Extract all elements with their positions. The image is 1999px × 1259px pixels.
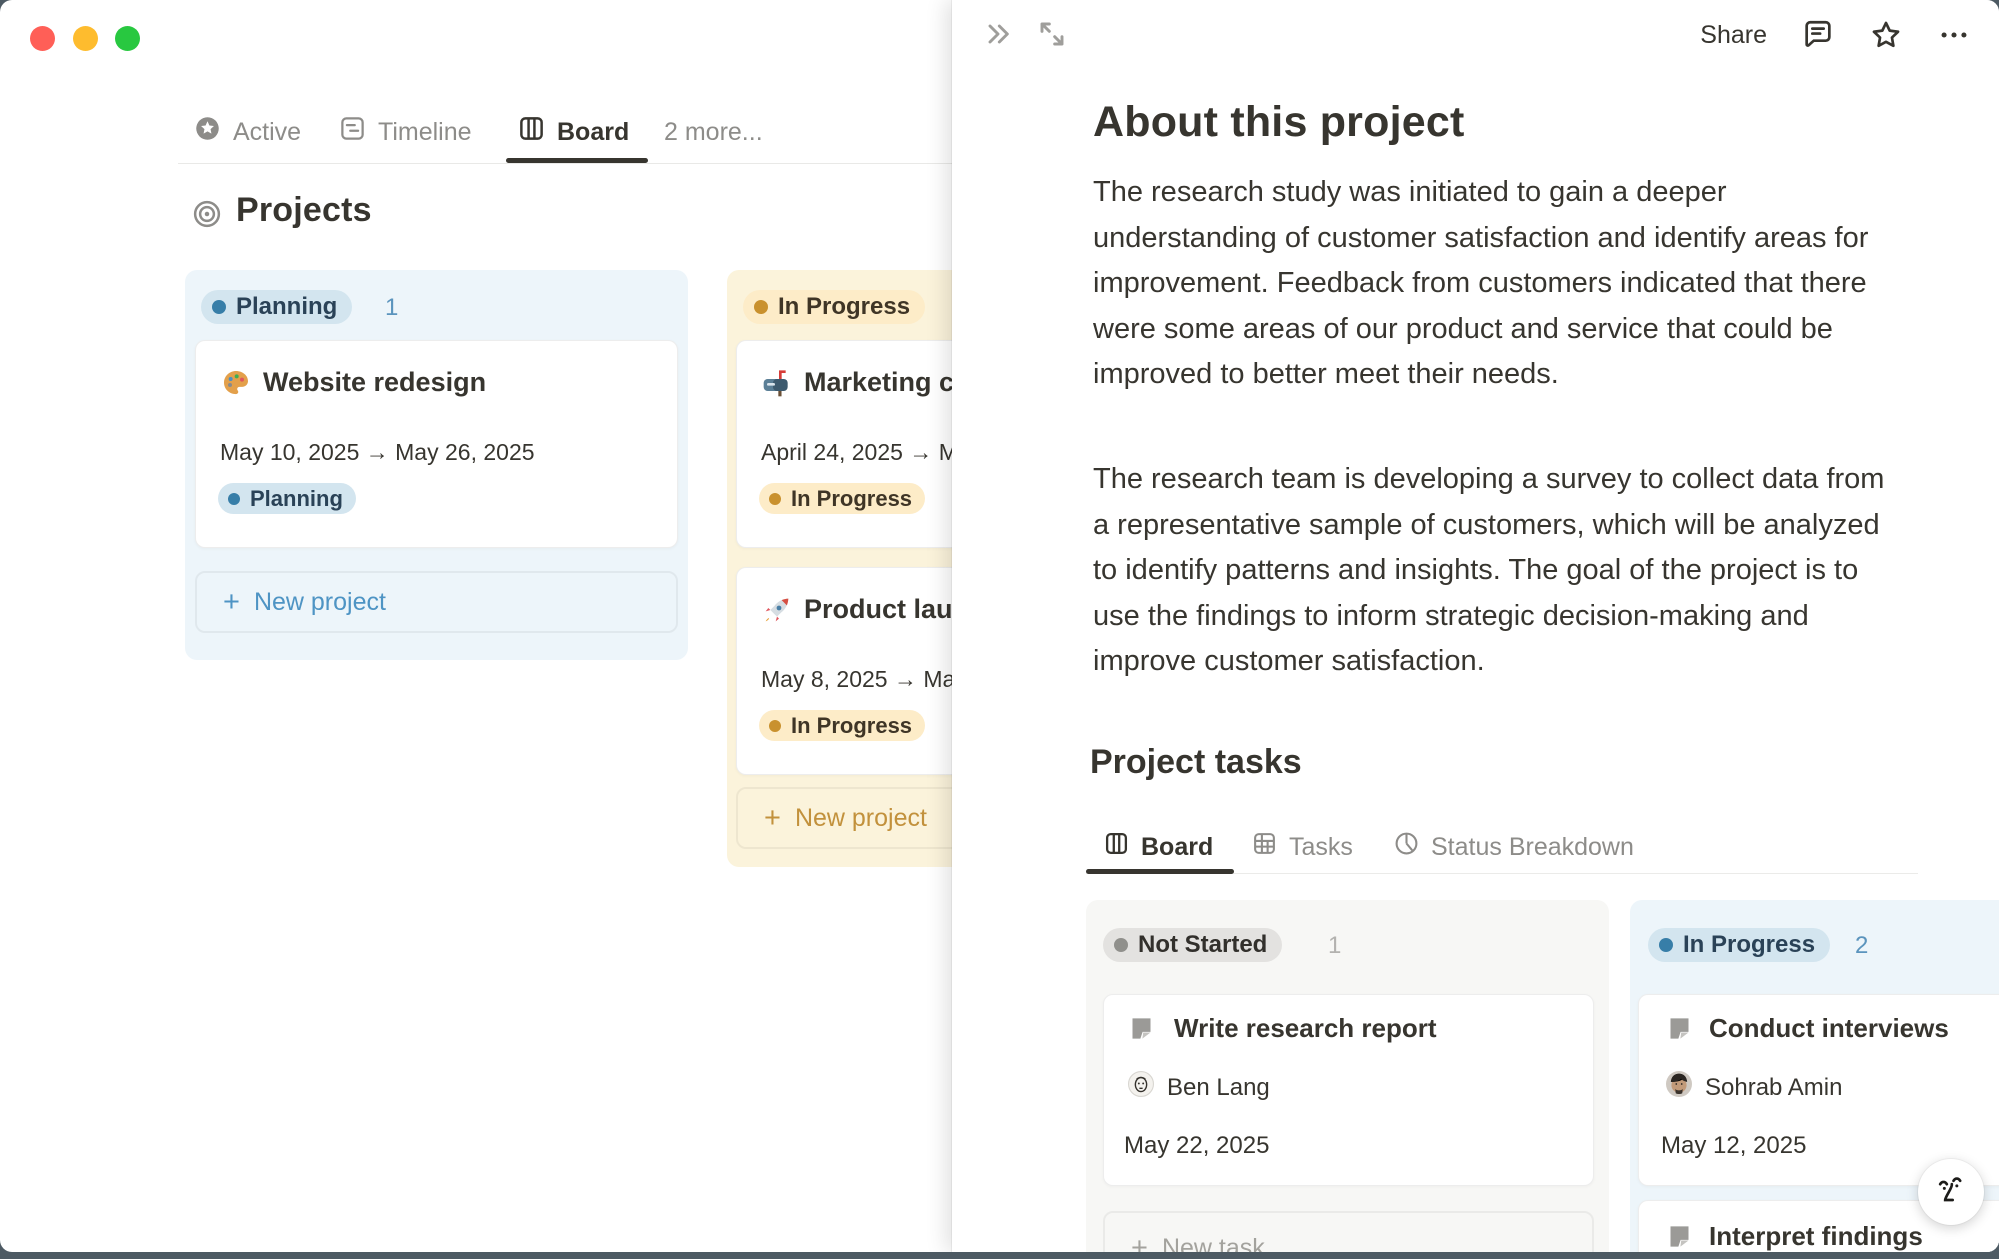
star-circle-icon (194, 115, 221, 149)
task-date: May 22, 2025 (1124, 1132, 1269, 1160)
status-dot (212, 300, 226, 314)
status-dot (228, 493, 240, 505)
status-dot (754, 300, 768, 314)
target-icon (192, 199, 222, 234)
active-tab-underline (506, 158, 648, 163)
side-peek-panel: Share About this project The research st… (952, 0, 1999, 1252)
plus-icon: + (223, 588, 240, 617)
about-paragraph-2: The research team is developing a survey… (1093, 457, 1891, 685)
card-status-tag: In Progress (759, 483, 925, 514)
column-status-pill[interactable]: In Progress (743, 290, 925, 324)
project-card[interactable]: Website redesign May 10, 2025 → May 26, … (195, 340, 678, 548)
column-status-pill[interactable]: Not Started (1103, 928, 1282, 962)
card-dates: May 10, 2025 → May 26, 2025 (220, 439, 535, 466)
column-count: 2 (1855, 932, 1868, 960)
card-dates: May 8, 2025 → Ma (761, 666, 955, 693)
column-status-pill[interactable]: In Progress (1648, 928, 1830, 962)
status-dot (1114, 938, 1128, 952)
avatar (1128, 1071, 1154, 1104)
project-tasks-heading: Project tasks (1090, 743, 1302, 782)
view-tab-active[interactable]: Active (194, 110, 301, 154)
notion-window: Active Timeline Board 2 more... Projects… (0, 0, 1999, 1252)
favorite-star-icon[interactable] (1869, 18, 1903, 52)
ai-face-icon (1931, 1170, 1971, 1215)
task-column-not-started: Not Started 1 Write research report Ben … (1086, 900, 1609, 1252)
new-task-button[interactable]: + New task (1103, 1211, 1594, 1252)
tasks-tab-tasks[interactable]: Tasks (1252, 824, 1353, 870)
page-icon (1666, 1015, 1693, 1047)
comments-icon[interactable] (1801, 18, 1835, 52)
new-project-button[interactable]: + New project (195, 571, 678, 633)
view-tab-label: Timeline (378, 118, 472, 147)
task-assignee: Ben Lang (1128, 1071, 1270, 1104)
task-assignee: Sohrab Amin (1666, 1071, 1842, 1104)
status-dot (1659, 938, 1673, 952)
mailbox-icon (761, 367, 793, 404)
about-heading: About this project (1093, 98, 1464, 147)
pie-chart-icon (1394, 831, 1419, 863)
board-icon (1104, 831, 1129, 863)
column-count: 1 (385, 294, 398, 322)
plus-icon: + (764, 804, 781, 833)
tasks-tab-status-breakdown[interactable]: Status Breakdown (1394, 824, 1634, 870)
avatar (1666, 1071, 1692, 1104)
status-dot (769, 720, 781, 732)
view-tab-label: Board (557, 118, 629, 147)
expand-diagonal-icon[interactable] (1036, 18, 1068, 50)
card-dates: April 24, 2025 → M (761, 439, 958, 466)
tasks-tab-board[interactable]: Board (1104, 824, 1213, 870)
card-status-tag: Planning (218, 483, 356, 514)
view-tab-label: 2 more... (664, 118, 763, 147)
card-title: Website redesign (263, 367, 486, 398)
window-zoom-button[interactable] (115, 26, 140, 51)
status-dot (769, 493, 781, 505)
task-title: Interpret findings (1709, 1221, 1923, 1252)
timeline-icon (339, 115, 366, 149)
notion-ai-button[interactable] (1918, 1159, 1984, 1225)
column-count: 1 (1328, 932, 1341, 960)
page-icon (1666, 1223, 1693, 1252)
task-date: May 12, 2025 (1661, 1132, 1806, 1160)
view-tab-board[interactable]: Board (518, 110, 629, 154)
task-card[interactable]: Conduct interviews Sohrab Amin May 12, 2… (1638, 994, 1999, 1186)
task-title: Conduct interviews (1709, 1013, 1949, 1044)
card-title: Marketing c (804, 367, 954, 398)
palette-icon (220, 367, 252, 404)
window-minimize-button[interactable] (73, 26, 98, 51)
window-close-button[interactable] (30, 26, 55, 51)
column-status-pill[interactable]: Planning (201, 290, 352, 324)
view-tab-label: Active (233, 118, 301, 147)
page-title: Projects (236, 191, 372, 230)
card-status-tag: In Progress (759, 710, 925, 741)
board-column-planning: Planning 1 Website redesign May 10, 2025… (185, 270, 688, 660)
collapse-panel-icon[interactable] (982, 18, 1014, 50)
plus-icon: + (1131, 1234, 1148, 1253)
share-button[interactable]: Share (1700, 21, 1767, 50)
task-card[interactable]: Write research report Ben Lang May 22, 2… (1103, 994, 1594, 1186)
task-title: Write research report (1174, 1013, 1437, 1044)
more-options-icon[interactable] (1937, 18, 1971, 52)
view-tab-more[interactable]: 2 more... (664, 110, 763, 154)
table-icon (1252, 831, 1277, 863)
page-icon (1128, 1015, 1155, 1047)
board-icon (518, 115, 545, 149)
view-tab-timeline[interactable]: Timeline (339, 110, 472, 154)
tabs-divider (178, 163, 952, 164)
card-title: Product lau (804, 594, 953, 625)
about-paragraph-1: The research study was initiated to gain… (1093, 170, 1891, 398)
tasks-active-tab-underline (1086, 869, 1234, 874)
rocket-icon (761, 594, 793, 631)
